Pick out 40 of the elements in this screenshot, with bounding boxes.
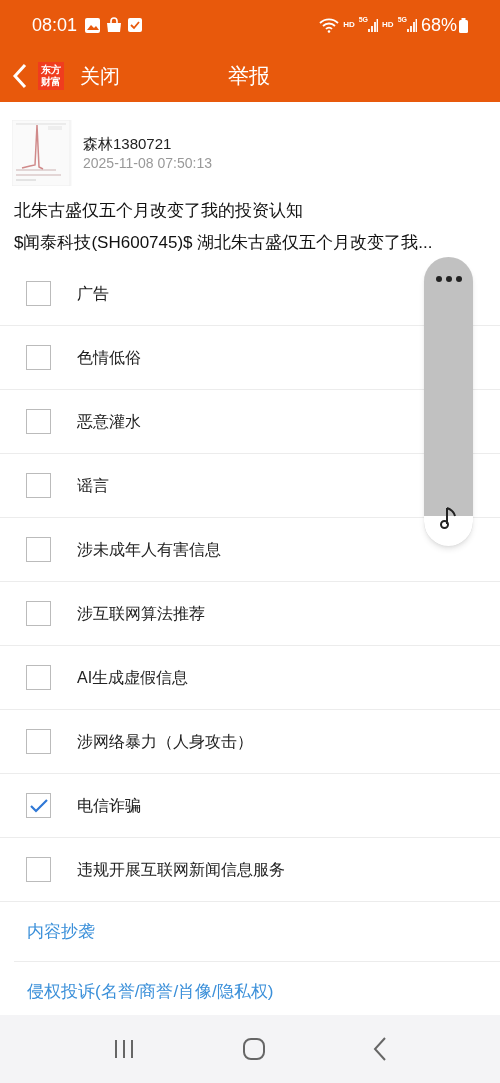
wifi-icon [319,17,340,33]
reason-option[interactable]: AI生成虚假信息 [0,646,500,710]
checkbox[interactable] [26,793,51,818]
music-note-icon[interactable] [439,506,458,530]
signal-icon [368,18,379,32]
battery-icon [459,17,468,33]
check-icon [29,798,48,813]
app-logo: 东方 财富 [38,62,64,90]
checkbox[interactable] [26,473,51,498]
reason-link[interactable]: 内容抄袭 [14,902,500,962]
post-time: 2025-11-08 07:50:13 [83,154,212,172]
checkbox[interactable] [26,345,51,370]
reason-option[interactable]: 涉互联网算法推荐 [0,582,500,646]
recent-apps-icon[interactable] [113,1039,136,1059]
post-title: 北朱古盛仅五个月改变了我的投资认知 [13,200,304,222]
checkbox-icon [128,18,143,32]
hd-label: HD [382,19,394,31]
signal-icon [406,18,417,32]
image-icon [85,17,101,33]
reason-option[interactable]: 电信诈骗 [0,774,500,838]
hd-label: HD [343,19,355,31]
bag-icon [106,17,123,33]
author-name: 森林1380721 [83,134,173,154]
status-time: 08:01 [32,13,78,37]
checkbox[interactable] [26,281,51,306]
checkbox[interactable] [26,857,51,882]
back-icon[interactable] [372,1037,387,1061]
checkbox[interactable] [26,601,51,626]
post-excerpt: $闻泰科技(SH600745)$ 湖北朱古盛仅五个月改变了我... [13,232,434,254]
more-icon[interactable] [435,276,462,282]
reason-option[interactable]: 违规开展互联网新闻信息服务 [0,838,500,902]
battery-level: 68% [420,13,457,37]
checkbox[interactable] [26,409,51,434]
page-title: 举报 [228,63,270,90]
close-button[interactable]: 关闭 [80,61,120,91]
home-icon[interactable] [242,1037,266,1061]
reason-option[interactable]: 涉网络暴力（人身攻击） [0,710,500,774]
checkbox[interactable] [26,729,51,754]
checkbox[interactable] [26,537,51,562]
checkbox[interactable] [26,665,51,690]
